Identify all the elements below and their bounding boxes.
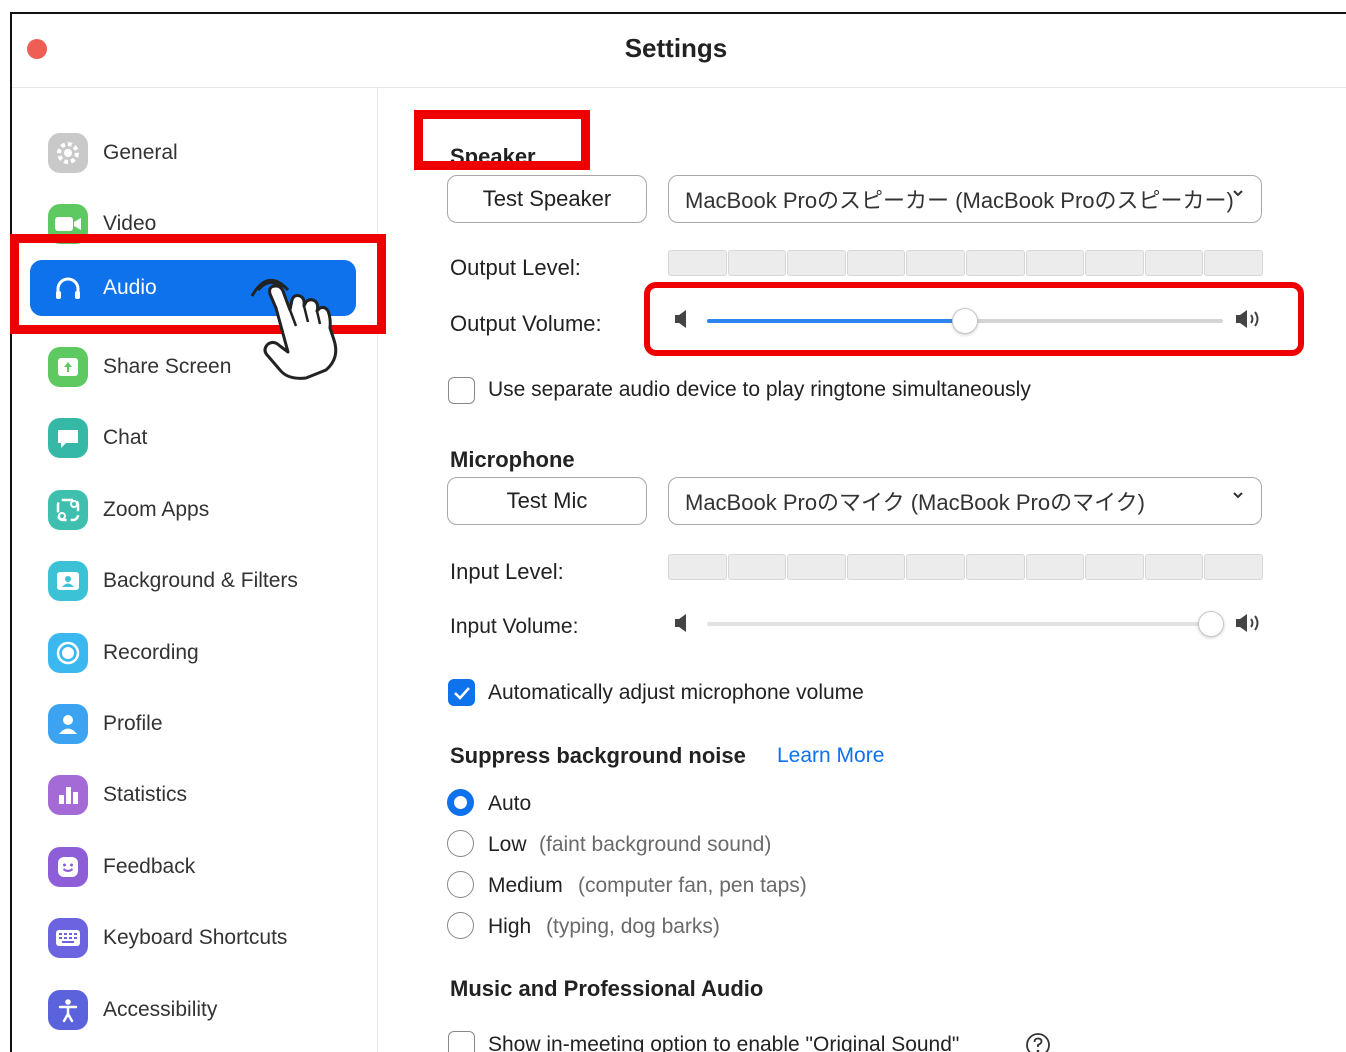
chat-bubble-icon	[48, 418, 88, 458]
test-mic-button[interactable]: Test Mic	[447, 477, 647, 525]
sidebar-item-label: Video	[103, 212, 157, 235]
record-icon	[48, 633, 88, 673]
accessibility-icon	[48, 990, 88, 1030]
speaker-highlight-box	[414, 110, 590, 170]
sidebar-item-statistics[interactable]: Statistics	[30, 767, 356, 823]
noise-option-hint: (typing, dog barks)	[546, 915, 720, 938]
sidebar-item-label: Background & Filters	[103, 569, 298, 592]
output-level-meter	[668, 250, 1264, 276]
sidebar-item-label: Accessibility	[103, 998, 218, 1021]
microphone-device-value: MacBook Proのマイク (MacBook Proのマイク)	[685, 490, 1145, 515]
profile-icon	[48, 704, 88, 744]
output-volume-label: Output Volume:	[450, 311, 602, 336]
title-bar: Settings	[12, 14, 1346, 88]
apps-icon	[48, 490, 88, 530]
sidebar-item-general[interactable]: General	[30, 125, 356, 181]
gear-icon	[48, 133, 88, 173]
learn-more-link[interactable]: Learn More	[777, 744, 884, 768]
noise-option-hint: (computer fan, pen taps)	[578, 874, 807, 897]
noise-option-hint: (faint background sound)	[539, 833, 772, 856]
share-screen-icon	[48, 347, 88, 387]
output-volume-highlight-box	[644, 282, 1304, 356]
original-sound-checkbox[interactable]	[448, 1031, 475, 1052]
sidebar-item-label: General	[103, 141, 178, 164]
sidebar-item-label: Profile	[103, 712, 163, 735]
microphone-device-select[interactable]: MacBook Proのマイク (MacBook Proのマイク)	[668, 477, 1262, 525]
background-icon	[48, 561, 88, 601]
smiley-icon	[48, 847, 88, 887]
chevron-down-icon	[1233, 492, 1243, 499]
settings-window: Settings General Video Audio Share Scree…	[10, 12, 1346, 1052]
noise-option-medium-radio[interactable]	[447, 871, 474, 898]
sidebar-item-label: Recording	[103, 641, 199, 664]
sidebar-item-label: Zoom Apps	[103, 498, 210, 521]
input-level-label: Input Level:	[450, 559, 564, 584]
speaker-device-select[interactable]: MacBook Proのスピーカー (MacBook Proのスピーカー)	[668, 175, 1262, 223]
volume-high-icon	[1236, 614, 1259, 632]
speaker-device-value: MacBook Proのスピーカー (MacBook Proのスピーカー)	[685, 188, 1234, 213]
input-volume-label: Input Volume:	[450, 615, 579, 638]
bar-chart-icon	[48, 775, 88, 815]
sidebar-item-keyboard-shortcuts[interactable]: Keyboard Shortcuts	[30, 910, 356, 966]
sidebar-item-label: Feedback	[103, 855, 196, 878]
sidebar-item-accessibility[interactable]: Accessibility	[30, 982, 356, 1038]
auto-adjust-mic-checkbox[interactable]	[448, 679, 475, 706]
checkmark-icon	[453, 686, 470, 700]
input-level-meter	[668, 554, 1264, 580]
input-volume-slider[interactable]	[707, 611, 1224, 637]
sidebar-item-chat[interactable]: Chat	[30, 410, 356, 466]
ringtone-checkbox-label: Use separate audio device to play ringto…	[488, 378, 1031, 401]
volume-low-icon	[675, 614, 686, 632]
sidebar-item-label: Share Screen	[103, 355, 232, 378]
sidebar-item-label: Chat	[103, 426, 148, 449]
window-title: Settings	[624, 33, 728, 63]
original-sound-label: Show in-meeting option to enable "Origin…	[488, 1033, 960, 1052]
keyboard-icon	[48, 918, 88, 958]
sidebar-item-label: Keyboard Shortcuts	[103, 926, 288, 949]
noise-option-high-radio[interactable]	[447, 912, 474, 939]
auto-adjust-mic-label: Automatically adjust microphone volume	[488, 681, 864, 704]
input-volume-knob[interactable]	[1198, 611, 1224, 637]
hand-pointer-icon	[250, 279, 338, 380]
noise-option-label: Auto	[488, 792, 532, 815]
noise-option-label: Low	[488, 833, 527, 856]
ringtone-checkbox[interactable]	[448, 377, 475, 404]
noise-option-label: Medium	[488, 874, 563, 897]
audio-settings-panel: Speaker Test Speaker MacBook Proのスピーカー (…	[379, 89, 1346, 1052]
noise-option-auto-radio[interactable]	[447, 789, 474, 816]
help-icon[interactable]	[1025, 1032, 1051, 1052]
sidebar-item-profile[interactable]: Profile	[30, 696, 356, 752]
sidebar-item-zoom-apps[interactable]: Zoom Apps	[30, 482, 356, 538]
test-speaker-button[interactable]: Test Speaker	[447, 175, 647, 223]
sidebar-item-label: Statistics	[103, 783, 188, 806]
sidebar-item-recording[interactable]: Recording	[30, 625, 356, 681]
chevron-down-icon	[1233, 190, 1243, 197]
sidebar-item-background-filters[interactable]: Background & Filters	[30, 553, 356, 609]
noise-option-low-radio[interactable]	[447, 830, 474, 857]
noise-section-title: Suppress background noise	[450, 743, 746, 768]
music-section-title: Music and Professional Audio	[450, 976, 764, 1001]
sidebar-item-feedback[interactable]: Feedback	[30, 839, 356, 895]
noise-option-label: High	[488, 915, 532, 938]
microphone-section-title: Microphone	[450, 447, 575, 472]
output-level-label: Output Level:	[450, 255, 581, 280]
